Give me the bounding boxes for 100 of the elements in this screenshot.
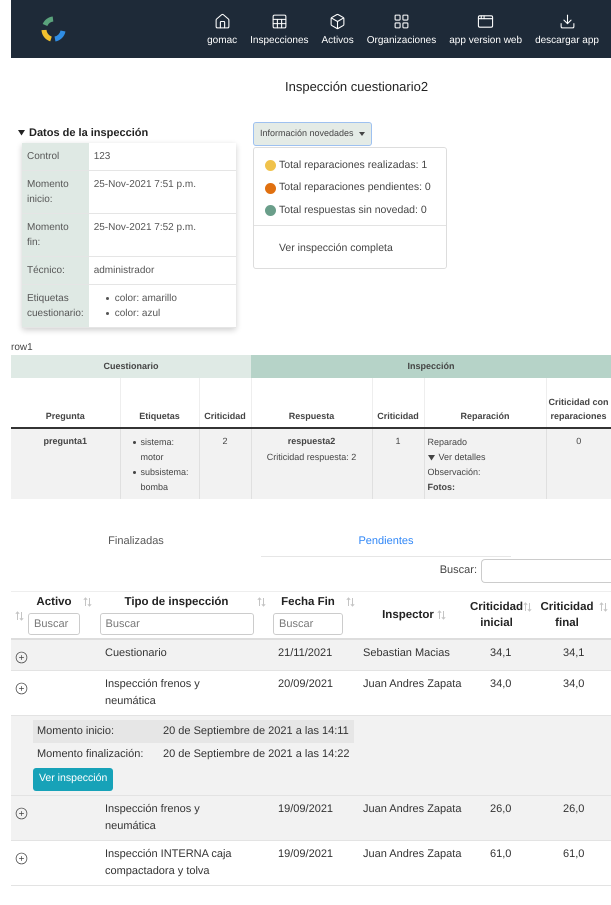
details-value: 25-Nov-2021 7:51 p.m. — [88, 170, 236, 214]
photos-label: Fotos: — [428, 481, 456, 494]
column-header: Pregunta — [11, 378, 120, 428]
table-cell: pregunta1 — [11, 428, 120, 499]
column-header: Criticidad — [372, 378, 424, 428]
tag-text: color: amarillo — [114, 292, 177, 306]
details-toggle[interactable]: Datos de la inspección — [29, 124, 148, 141]
details-label: Momento fin: — [22, 214, 89, 256]
bullet-icon — [106, 297, 109, 300]
grid-icon — [392, 12, 410, 30]
table-cell: 61,0 — [563, 848, 584, 860]
nav-link[interactable]: descargar app — [535, 12, 599, 46]
table-cell: 2 — [199, 428, 252, 499]
sort-icon[interactable] — [256, 597, 266, 608]
table-cell: Cuestionario — [105, 647, 167, 659]
sort-icon[interactable] — [346, 597, 355, 608]
answer-note: Criticidad respuesta: 2 — [266, 450, 358, 464]
table-cell: Inspección INTERNA caja compactadora y tolva — [105, 848, 232, 876]
nav-link[interactable]: Inspecciones — [250, 12, 309, 46]
column-header[interactable]: Inspector — [382, 606, 434, 623]
expand-icon[interactable] — [15, 806, 28, 820]
group-header: Cuestionario — [11, 355, 252, 378]
column-header: Criticidad — [199, 378, 252, 428]
table-icon — [270, 12, 288, 30]
detail-value: 20 de Septiembre de 2021 a las 14:22 — [163, 746, 350, 762]
column-header: Respuesta — [251, 378, 372, 428]
search-label: Buscar: — [440, 563, 477, 578]
group-header: Inspección — [251, 355, 611, 378]
menu-item[interactable]: Total reparaciones realizadas: 1 — [279, 158, 428, 174]
expand-icon[interactable] — [15, 651, 28, 664]
details-label: Técnico: — [22, 256, 89, 284]
table-cell: 26,0 — [563, 802, 584, 814]
detail-label: Momento finalización: — [37, 746, 144, 762]
nav-link[interactable]: Organizaciones — [366, 12, 436, 46]
download-icon — [558, 12, 576, 30]
table-cell: 34,1 — [563, 647, 584, 659]
menu-item[interactable]: Total reparaciones pendientes: 0 — [279, 180, 431, 196]
search-field[interactable] — [481, 558, 611, 582]
tag-text: color: azul — [114, 307, 160, 321]
table-cell: Juan Andres Zapata — [363, 848, 462, 860]
nav-link[interactable]: gomac — [207, 12, 238, 46]
caret-icon — [358, 132, 365, 136]
column-header[interactable]: Tipo de inspección — [124, 594, 228, 610]
details-value: 123 — [88, 143, 236, 170]
sort-icon[interactable] — [599, 602, 608, 612]
table-cell: 34,1 — [490, 647, 512, 659]
table-cell: 1 — [372, 428, 424, 499]
bullet-icon — [132, 441, 136, 444]
column-filter-field[interactable]: Buscar — [28, 613, 80, 636]
column-header[interactable]: Criticidad final — [538, 598, 596, 631]
nav-link[interactable]: Activos — [322, 12, 354, 46]
column-header[interactable]: Fecha Fin — [281, 594, 335, 610]
sort-icon[interactable] — [15, 611, 24, 622]
details-label: Control — [22, 143, 89, 170]
column-header: Reparación — [424, 378, 546, 428]
sort-icon[interactable] — [83, 597, 92, 608]
table-cell: 61,0 — [490, 848, 512, 860]
tab[interactable]: Finalizadas — [108, 533, 164, 550]
novedades-dropdown-button[interactable]: Información novedades — [253, 122, 372, 146]
detail-label: Momento inicio: — [37, 724, 116, 739]
sort-icon[interactable] — [523, 602, 532, 612]
detail-value: 20 de Septiembre de 2021 a las 14:11 — [163, 724, 349, 739]
home-icon — [214, 12, 231, 30]
table-cell: 0 — [546, 428, 611, 499]
expand-icon[interactable] — [15, 682, 28, 694]
details-label: Etiquetas cuestionario: — [22, 284, 89, 328]
caret-icon[interactable] — [18, 129, 25, 136]
menu-link[interactable]: Ver inspección completa — [279, 242, 393, 254]
table-cell: Juan Andres Zapata — [363, 802, 462, 814]
tab[interactable]: Pendientes — [358, 533, 414, 550]
table-cell: 34,0 — [563, 678, 584, 690]
table-cell: 21/11/2021 — [278, 647, 332, 659]
table-cell: 20/09/2021 — [278, 678, 334, 690]
expand-icon[interactable] — [15, 852, 28, 864]
table-cell: Juan Andres Zapata — [363, 678, 462, 690]
window-icon — [477, 12, 494, 30]
bullet-icon — [132, 471, 136, 474]
repair-status: Reparado — [428, 436, 468, 449]
table-cell: Inspección frenos y neumática — [105, 802, 200, 832]
page-title: Inspección cuestionario2 — [285, 78, 428, 96]
table-cell: 26,0 — [490, 802, 512, 814]
details-toggle[interactable]: Ver detalles — [438, 450, 486, 465]
cube-icon — [329, 12, 346, 30]
nav-link[interactable]: app version web — [449, 12, 522, 46]
details-value: 25-Nov-2021 7:52 p.m. — [88, 214, 236, 256]
column-filter-field[interactable]: Buscar — [100, 613, 254, 636]
menu-item[interactable]: Total respuestas sin novedad: 0 — [279, 203, 427, 219]
observation-label: Observación: — [428, 466, 482, 479]
table-cell: 19/09/2021 — [278, 848, 334, 860]
row-label: row1 — [11, 341, 33, 355]
column-header: Etiquetas — [120, 378, 199, 428]
table-cell: Sebastian Macias — [363, 647, 450, 659]
column-header[interactable]: Activo — [36, 594, 72, 610]
column-filter-field[interactable]: Buscar — [273, 613, 343, 636]
sort-icon[interactable] — [436, 610, 446, 620]
logo-icon[interactable] — [39, 15, 67, 43]
table-cell: Inspección frenos y neumática — [105, 678, 200, 706]
caret-icon[interactable] — [428, 454, 435, 461]
details-label: Momento inicio: — [22, 170, 89, 214]
column-header[interactable]: Criticidad inicial — [470, 598, 524, 631]
